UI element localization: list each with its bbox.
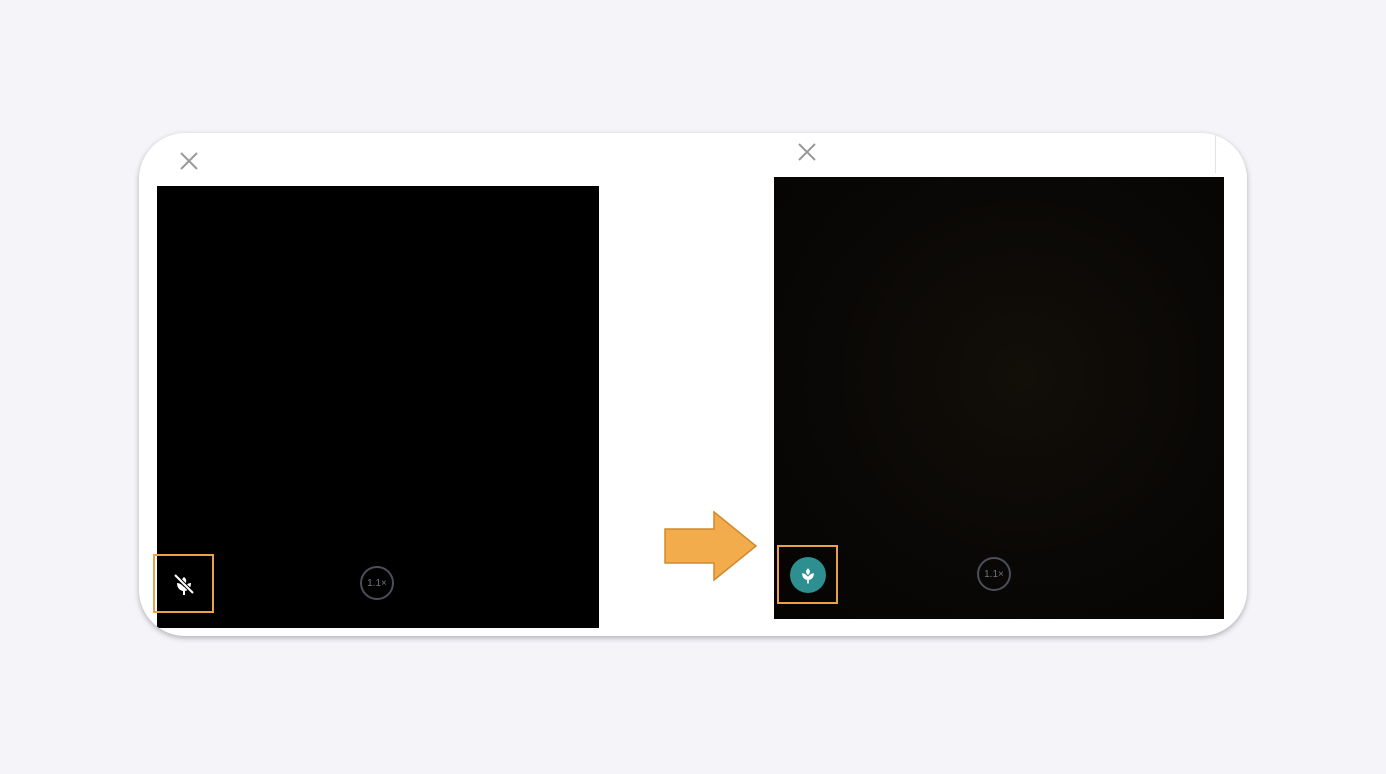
- macro-off-icon: [171, 571, 197, 597]
- comparison-card: 1.1× 1.1×: [139, 133, 1247, 636]
- macro-on-icon: [789, 556, 826, 593]
- macro-toggle-button-off[interactable]: [153, 554, 214, 613]
- macro-toggle-button-on[interactable]: [777, 545, 838, 604]
- close-icon[interactable]: [178, 150, 200, 172]
- camera-viewfinder-after: 1.1×: [774, 177, 1224, 619]
- close-icon[interactable]: [796, 141, 818, 163]
- camera-viewfinder-before: 1.1×: [153, 186, 599, 628]
- divider: [1215, 133, 1216, 173]
- zoom-level-label: 1.1×: [367, 577, 387, 589]
- zoom-level-button[interactable]: 1.1×: [360, 566, 394, 600]
- zoom-level-button[interactable]: 1.1×: [977, 557, 1011, 591]
- arrow-right-icon: [664, 510, 760, 584]
- zoom-level-label: 1.1×: [984, 568, 1004, 580]
